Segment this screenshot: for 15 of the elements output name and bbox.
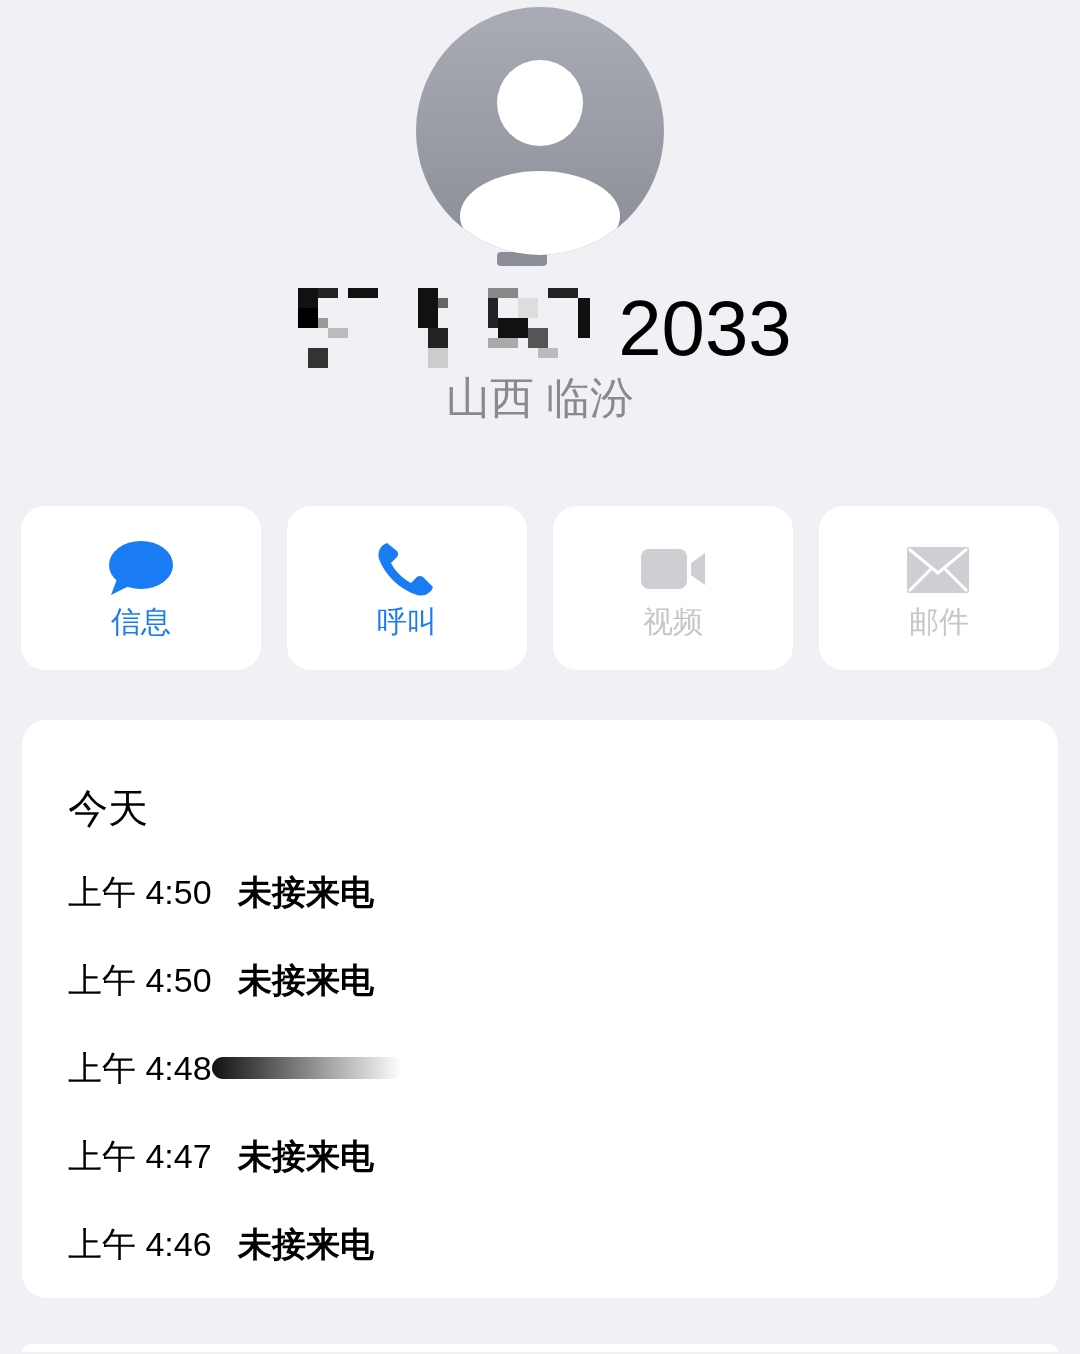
- call-time: 上午 4:48: [68, 1051, 212, 1085]
- action-button[interactable]: 信息: [21, 506, 261, 670]
- date-heading: 今天: [68, 788, 149, 828]
- call-status: 未接来电: [237, 1139, 374, 1173]
- phone-number: 2033: [618, 289, 792, 367]
- call-time: 上午 4:50: [68, 963, 212, 997]
- call-status: 未接来电: [237, 1227, 374, 1261]
- call-time: 上午 4:46: [68, 1227, 212, 1261]
- location-text: 山西 临汾: [445, 376, 635, 420]
- call-time: 上午 4:47: [68, 1139, 212, 1173]
- call-status: 未接来电: [237, 875, 374, 909]
- call-time: 上午 4:50: [68, 875, 212, 909]
- avatar-icon: [415, 6, 665, 268]
- action-button[interactable]: 呼叫: [287, 506, 527, 670]
- call-status: 未接来电: [237, 963, 374, 997]
